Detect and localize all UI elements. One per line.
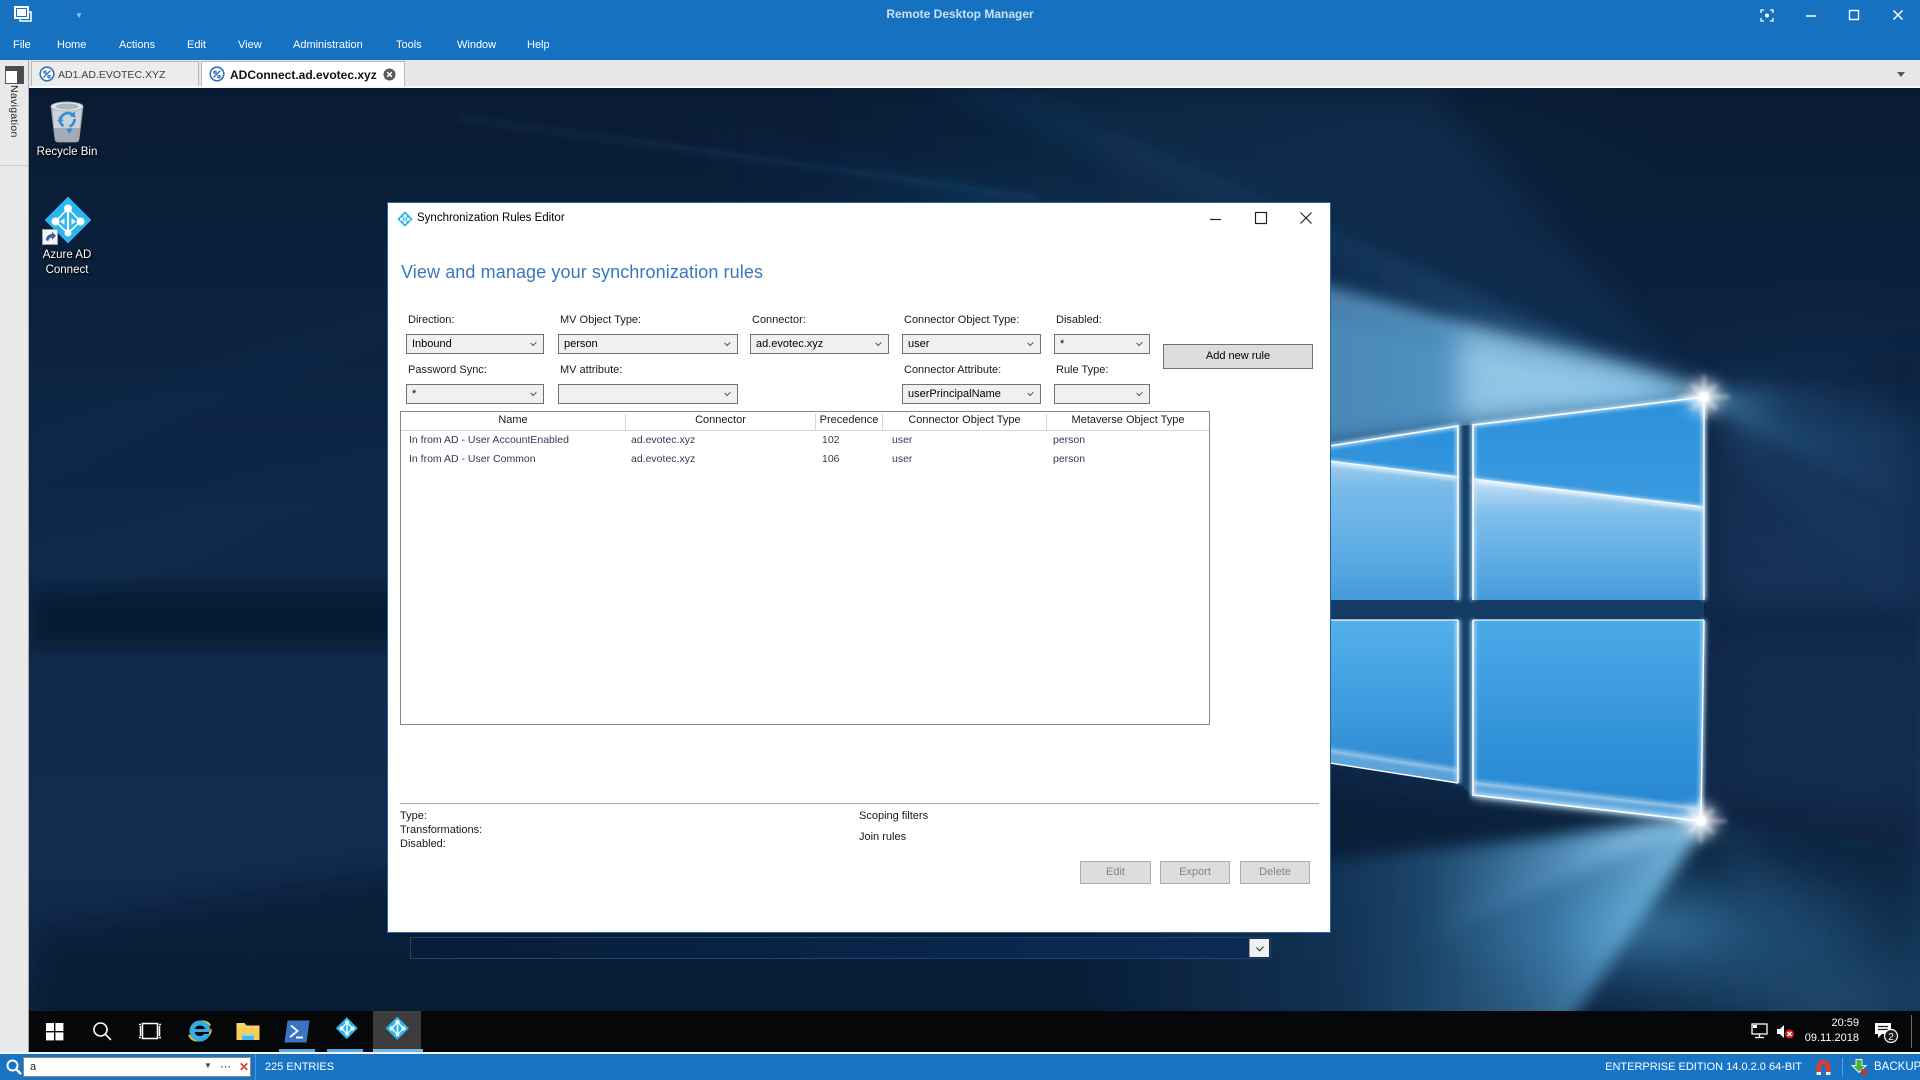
svg-text:2: 2 xyxy=(1888,1032,1894,1043)
